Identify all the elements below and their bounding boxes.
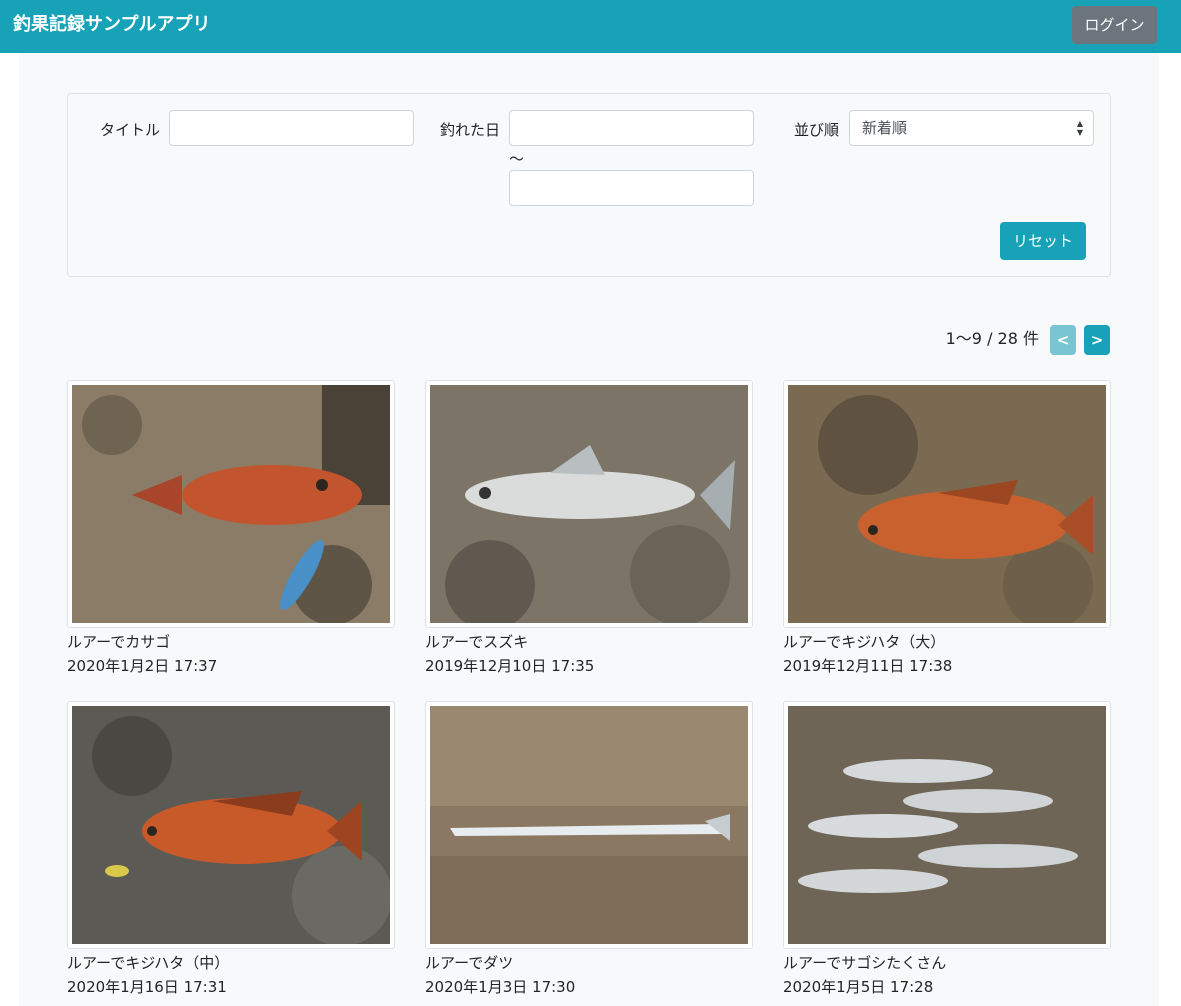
record-title[interactable]: ルアーでスズキ [425,632,753,652]
record-card[interactable]: ルアーでダツ 2020年1月3日 17:30 [425,701,753,997]
title-filter-label: タイトル [100,121,161,139]
record-card[interactable]: ルアーでサゴシたくさん 2020年1月5日 17:28 [783,701,1111,997]
select-arrows-icon: ▲ ▼ [1076,119,1083,137]
record-title[interactable]: ルアーでキジハタ（中） [67,953,395,973]
record-photo[interactable] [67,701,395,949]
date-range-separator: 〜 [509,150,525,168]
title-filter-input[interactable] [169,110,414,146]
date-from-input[interactable] [509,110,754,146]
kijihata-large-photo [788,385,1106,623]
sort-selected-value: 新着順 [862,119,908,137]
record-title[interactable]: ルアーでダツ [425,953,753,973]
date-filter-label: 釣れた日 [440,121,501,139]
result-count: 1〜9 / 28 件 [945,329,1039,348]
record-card[interactable]: ルアーでキジハタ（大） 2019年12月11日 17:38 [783,380,1111,676]
login-button[interactable]: ログイン [1072,6,1157,44]
date-to-input[interactable] [509,170,754,206]
record-date: 2019年12月11日 17:38 [783,657,953,675]
record-title[interactable]: ルアーでキジハタ（大） [783,632,1111,652]
record-photo[interactable] [67,380,395,628]
sort-label: 並び順 [794,121,840,139]
sort-select[interactable]: 新着順 ▲ ▼ [849,110,1094,146]
record-title[interactable]: ルアーでカサゴ [67,632,395,652]
app-title[interactable]: 釣果記録サンプルアプリ [13,13,210,37]
navbar: 釣果記録サンプルアプリ ログイン [0,0,1181,53]
record-photo[interactable] [783,701,1111,949]
kijihata-medium-photo [72,706,390,944]
suzuki-fish-photo [430,385,748,623]
record-title[interactable]: ルアーでサゴシたくさん [783,953,1111,973]
prev-page-button[interactable]: < [1050,325,1076,355]
datsu-fish-photo [430,706,748,944]
record-card[interactable]: ルアーでカサゴ 2020年1月2日 17:37 [67,380,395,676]
main-container: タイトル 釣れた日 〜 並び順 新着順 ▲ ▼ リセット 1〜9 / 28 件 <… [19,53,1159,1006]
record-card[interactable]: ルアーでキジハタ（中） 2020年1月16日 17:31 [67,701,395,997]
record-date: 2020年1月5日 17:28 [783,978,934,996]
record-date: 2020年1月3日 17:30 [425,978,576,996]
record-card[interactable]: ルアーでスズキ 2019年12月10日 17:35 [425,380,753,676]
sagoshi-fish-photo [788,706,1106,944]
record-date: 2020年1月16日 17:31 [67,978,227,996]
record-photo[interactable] [783,380,1111,628]
record-photo[interactable] [425,701,753,949]
reset-button[interactable]: リセット [1000,222,1086,260]
filter-panel: タイトル 釣れた日 〜 並び順 新着順 ▲ ▼ リセット [67,93,1111,277]
record-photo[interactable] [425,380,753,628]
next-page-button[interactable]: > [1084,325,1110,355]
record-date: 2020年1月2日 17:37 [67,657,218,675]
kasago-fish-photo [72,385,390,623]
record-date: 2019年12月10日 17:35 [425,657,595,675]
